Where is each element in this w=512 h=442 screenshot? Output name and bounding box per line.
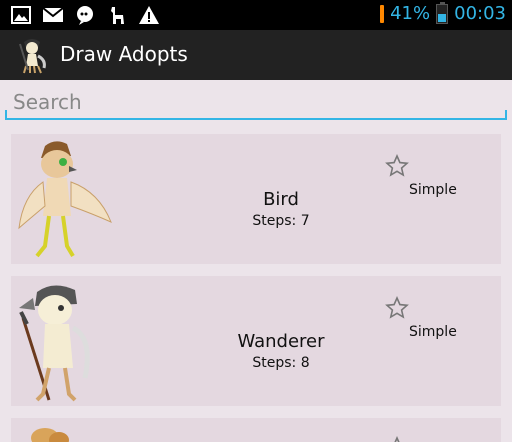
- star-icon[interactable]: [385, 154, 409, 178]
- app-logo-icon[interactable]: [16, 36, 50, 74]
- battery-fill: [438, 14, 447, 22]
- app-title: Draw Adopts: [60, 42, 188, 66]
- list-item[interactable]: Wanderer Steps: 8 Simple: [11, 276, 501, 406]
- alpaca-icon: [106, 5, 128, 25]
- image-icon: [10, 5, 32, 25]
- item-name: Bird: [263, 189, 299, 210]
- search-underline-left: [5, 110, 7, 118]
- search-underline-right: [505, 110, 507, 118]
- mail-icon: [42, 5, 64, 25]
- notification-icon: [74, 5, 96, 25]
- star-icon[interactable]: [385, 436, 409, 442]
- item-difficulty: Simple: [409, 182, 457, 198]
- status-bar: 41% 00:03: [0, 0, 512, 30]
- status-right: 41% 00:03: [380, 1, 506, 24]
- search-input[interactable]: [5, 86, 507, 118]
- partial-character-image: [15, 420, 125, 442]
- list-item[interactable]: Bird Steps: 7 Simple: [11, 134, 501, 264]
- item-name: Wanderer: [237, 331, 325, 352]
- item-steps: Steps: 8: [252, 355, 310, 371]
- battery-icon: [436, 1, 449, 24]
- star-icon[interactable]: [385, 296, 409, 320]
- warning-icon: [138, 5, 160, 25]
- bird-character-image: [15, 136, 125, 262]
- battery-percent: 41%: [390, 3, 431, 24]
- wanderer-character-image: [15, 278, 125, 404]
- list-item[interactable]: [11, 418, 501, 442]
- search-field[interactable]: [5, 86, 507, 120]
- notification-icons: [10, 5, 160, 25]
- battery-low-indicator: [380, 4, 385, 23]
- action-bar: Draw Adopts: [0, 30, 512, 80]
- item-difficulty: Simple: [409, 324, 457, 340]
- item-steps: Steps: 7: [252, 213, 310, 229]
- clock: 00:03: [454, 3, 506, 24]
